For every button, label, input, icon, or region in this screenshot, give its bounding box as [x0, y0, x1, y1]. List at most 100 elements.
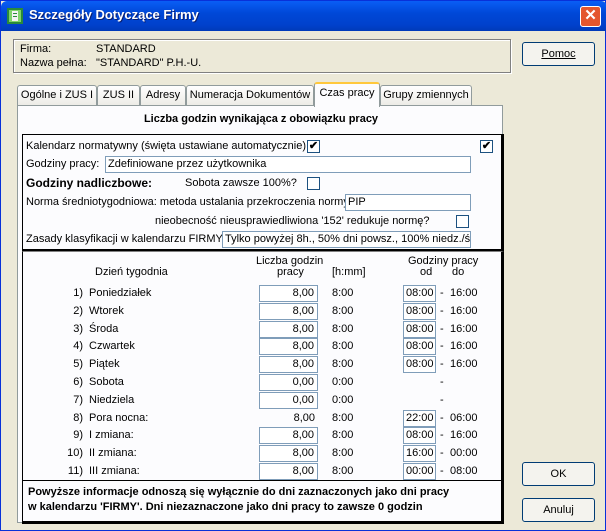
tab-grupy-zmiennych[interactable]: Grupy zmiennych: [380, 85, 472, 106]
row-day: Wtorek: [89, 304, 124, 317]
hhmm-value: 8:00: [332, 304, 354, 317]
table-row: 1) Poniedziałek 8,00 8:00 08:00-16:00: [23, 285, 501, 303]
rows-container: 1) Poniedziałek 8,00 8:00 08:00-16:00 2) Wtore…: [23, 285, 501, 481]
table-row: 7) Niedziela 0,00 0:00 -: [23, 391, 501, 410]
time-dash: -: [440, 287, 444, 299]
footer-note: Powyższe informacje odnoszą się wyłączni…: [22, 480, 504, 524]
hours-table: Dzień tygodnia Liczba godzin pracy [h:mm…: [22, 251, 504, 480]
time-dash: -: [440, 340, 444, 353]
hhmm-value: 8:00: [332, 287, 354, 299]
from-field[interactable]: 08:00: [403, 356, 436, 374]
footer-line-2: w kalendarzu 'FIRMY'. Dni niezaznaczone …: [28, 501, 423, 513]
app-icon: [7, 8, 23, 24]
row-day: Piątek: [89, 358, 120, 371]
hours-field[interactable]: 8,00: [259, 463, 318, 480]
row-number: 4): [73, 340, 83, 353]
col-to-header: do: [452, 266, 465, 278]
from-field[interactable]: 08:00: [403, 338, 436, 356]
help-label: Pomoc: [541, 48, 576, 60]
nieobecnosc-checkbox[interactable]: [456, 215, 469, 228]
table-row: 2) Wtorek 8,00 8:00 08:00-16:00: [23, 302, 501, 321]
hhmm-value: 8:00: [332, 465, 354, 477]
to-value: 16:00: [450, 429, 478, 442]
firma-label: Firma:: [20, 43, 52, 55]
kalendarz-label: Kalendarz normatywny (święta ustawiane a…: [26, 140, 310, 152]
row-number: 5): [73, 358, 83, 371]
hours-field[interactable]: 0,00: [259, 391, 318, 409]
from-field[interactable]: 08:00: [403, 302, 436, 320]
title-bar[interactable]: Szczegóły Dotyczące Firmy ✕: [1, 1, 606, 31]
nieobecnosc-label: nieobecność nieusprawiedliwiona '152' re…: [155, 215, 430, 227]
from-field[interactable]: 08:00: [403, 320, 436, 338]
row-day: II zmiana:: [89, 447, 137, 460]
hhmm-value: 8:00: [332, 358, 354, 371]
col-day-header: Dzień tygodnia: [95, 266, 168, 278]
sobota-label: Sobota zawsze 100%?: [185, 177, 297, 189]
tab-zus-ii[interactable]: ZUS II: [97, 85, 140, 106]
hhmm-value: 0:00: [332, 393, 354, 406]
tab-czas-pracy[interactable]: Czas pracy: [314, 82, 380, 107]
row-day: III zmiana:: [89, 465, 140, 477]
nazwa-value: "STANDARD" P.H.-U.: [96, 57, 202, 69]
row-number: 1): [73, 287, 83, 299]
firma-value: STANDARD: [96, 43, 156, 55]
row-number: 2): [73, 304, 83, 317]
tab-numeracja-dokumentow[interactable]: Numeracja Dokumentów: [186, 85, 314, 106]
footer-line-1: Powyższe informacje odnoszą się wyłączni…: [28, 486, 450, 498]
row-number: 3): [73, 322, 83, 335]
nadliczbowe-label: Godziny nadliczbowe:: [26, 176, 153, 190]
hours-field[interactable]: 8,00: [259, 302, 318, 320]
hours-field[interactable]: 8,00: [259, 445, 318, 463]
col-hours-header-2: pracy: [277, 266, 304, 278]
to-value: 16:00: [450, 340, 478, 353]
from-field[interactable]: 00:00: [403, 463, 436, 480]
ok-button[interactable]: OK: [522, 462, 595, 486]
close-button[interactable]: ✕: [580, 6, 601, 27]
hours-field[interactable]: 8,00: [259, 356, 318, 374]
nazwa-label: Nazwa pełna:: [20, 57, 87, 69]
table-row: 6) Sobota 0,00 0:00 -: [23, 374, 501, 392]
row-number: 6): [73, 376, 83, 388]
time-dash: -: [440, 322, 444, 335]
from-field[interactable]: 16:00: [403, 445, 436, 463]
window-title: Szczegóły Dotyczące Firmy: [29, 7, 199, 22]
sobota-checkbox[interactable]: [307, 177, 320, 190]
hours-field[interactable]: 0,00: [259, 374, 318, 391]
cancel-button[interactable]: Anuluj: [522, 498, 595, 522]
col-work-header: Godziny pracy: [408, 255, 479, 267]
hours-field[interactable]: 8,00: [259, 320, 318, 338]
row-day: I zmiana:: [89, 429, 134, 442]
row-number: 7): [73, 393, 83, 406]
row-day: Środa: [89, 322, 119, 335]
row-day: Pora nocna:: [89, 411, 149, 424]
company-info-box: Firma: STANDARD Nazwa pełna: "STANDARD" …: [13, 39, 511, 73]
norma-field[interactable]: PIP: [345, 194, 471, 211]
to-value: 16:00: [450, 287, 478, 299]
hours-field[interactable]: 8,00: [259, 427, 318, 445]
row-number: 10): [67, 447, 83, 460]
godziny-pracy-field[interactable]: Zdefiniowane przez użytkownika: [105, 156, 471, 173]
zasady-field[interactable]: Tylko powyżej 8h., 50% dni powsz., 100% …: [222, 231, 471, 248]
from-field[interactable]: 08:00: [403, 427, 436, 445]
to-value: 16:00: [450, 358, 478, 371]
tab-ogolne-zus-i[interactable]: Ogólne i ZUS I: [17, 85, 97, 106]
from-field[interactable]: 22:00: [403, 409, 436, 427]
hhmm-value: 8:00: [332, 340, 354, 353]
right-checkbox[interactable]: ✔: [480, 140, 493, 153]
table-row: 11) III zmiana: 8,00 8:00 00:00-08:00: [23, 463, 501, 481]
tab-adresy[interactable]: Adresy: [140, 85, 186, 106]
help-button[interactable]: Pomoc: [522, 42, 595, 66]
time-dash: -: [440, 393, 444, 406]
table-row: 10) II zmiana: 8,00 8:00 16:00-00:00: [23, 445, 501, 463]
table-row: 3) Środa 8,00 8:00 08:00-16:00: [23, 320, 501, 339]
time-dash: -: [440, 376, 444, 388]
hours-field[interactable]: 8,00: [259, 285, 318, 302]
godziny-pracy-label: Godziny pracy:: [26, 158, 100, 170]
kalendarz-checkbox[interactable]: ✔: [307, 140, 320, 153]
settings-box: Kalendarz normatywny (święta ustawiane a…: [22, 134, 504, 252]
hours-field[interactable]: 8,00: [259, 338, 318, 356]
zasady-label: Zasady klasyfikacji w kalendarzu FIRMY:: [26, 233, 226, 245]
time-dash: -: [440, 429, 444, 442]
hhmm-value: 8:00: [332, 429, 354, 442]
from-field[interactable]: 08:00: [403, 285, 436, 302]
